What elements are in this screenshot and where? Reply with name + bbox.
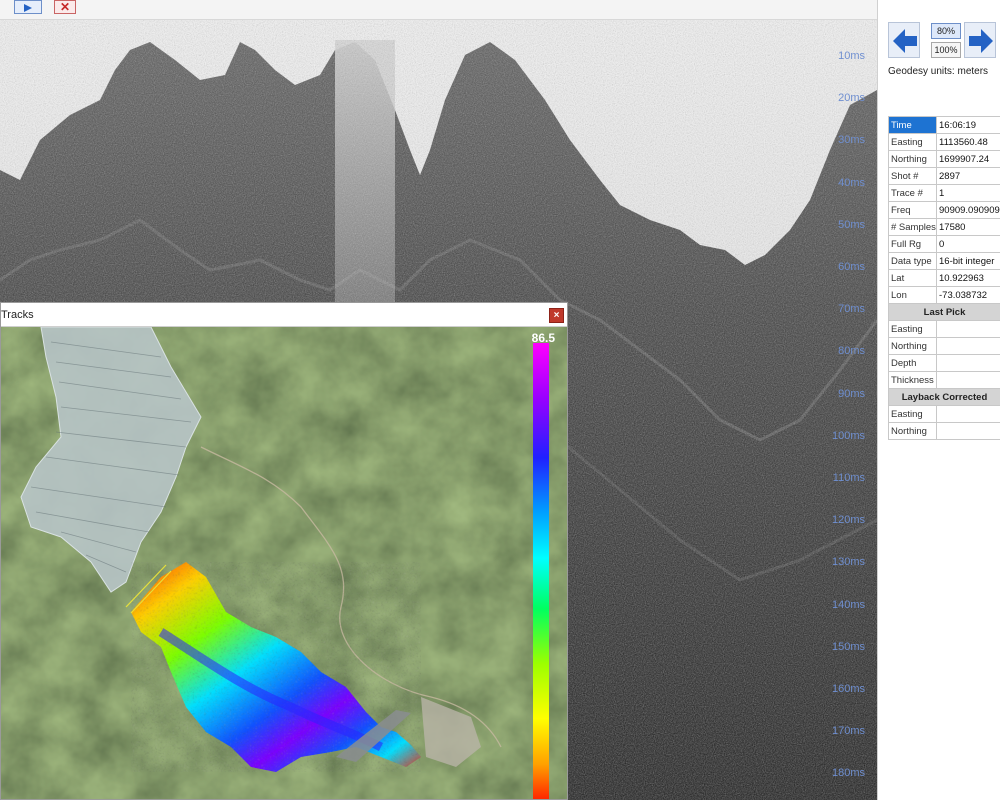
info-row[interactable]: Shot #2897: [888, 167, 1000, 185]
info-key: Lon: [888, 286, 937, 304]
info-row[interactable]: Depth: [888, 354, 1000, 372]
geodesy-units-label: Geodesy units: meters: [888, 66, 989, 77]
info-key: Time: [888, 116, 937, 134]
info-row[interactable]: Northing 1699907.24: [888, 150, 1000, 168]
info-value: -73.038732: [936, 286, 1000, 304]
info-value: 16-bit integer: [936, 252, 1000, 270]
layback-corrected-header: Layback Corrected: [888, 388, 1000, 406]
close-icon: ✕: [59, 0, 71, 14]
depth-label: 20ms: [838, 92, 865, 105]
tracks-titlebar[interactable]: Tracks ×: [1, 303, 567, 327]
depth-label: 100ms: [831, 429, 865, 442]
zoom-100-button[interactable]: 100%: [931, 42, 961, 58]
depth-label: 180ms: [831, 767, 865, 780]
info-key: Depth: [888, 354, 937, 372]
info-key: Trace #: [888, 184, 937, 202]
info-row[interactable]: Northing: [888, 422, 1000, 440]
info-value: 10.922963: [936, 269, 1000, 287]
info-key: Lat: [888, 269, 937, 287]
info-key: # Samples: [888, 218, 937, 236]
toolbar-close-button[interactable]: ✕: [54, 0, 76, 14]
toolbar: ✕: [0, 0, 877, 20]
info-value: [936, 354, 1000, 372]
last-pick-header: Last Pick: [888, 303, 1000, 321]
satellite-map-image: [1, 327, 567, 799]
arrow-left-icon: [893, 29, 917, 53]
info-key: Northing: [888, 337, 937, 355]
info-row[interactable]: Northing: [888, 337, 1000, 355]
depth-label: 120ms: [831, 514, 865, 527]
info-row[interactable]: Time 16:06:19: [888, 116, 1000, 134]
info-value: [936, 405, 1000, 423]
info-key: Thickness: [888, 371, 937, 389]
info-key: Full Rg: [888, 235, 937, 253]
info-value: 16:06:19: [936, 116, 1000, 134]
depth-label: 110ms: [832, 472, 865, 484]
depth-label: 170ms: [831, 725, 865, 738]
depth-label: 30ms: [838, 134, 865, 147]
next-button[interactable]: [964, 22, 996, 58]
info-value: [936, 422, 1000, 440]
depth-label: 60ms: [838, 261, 865, 273]
info-row[interactable]: Easting: [888, 320, 1000, 338]
info-value: [936, 337, 1000, 355]
color-scale-bar: [533, 343, 549, 799]
tracks-close-button[interactable]: ×: [549, 308, 564, 323]
info-value: 1: [936, 184, 1000, 202]
depth-label: 160ms: [831, 683, 865, 695]
tracks-title: Tracks: [1, 309, 34, 321]
info-value: [936, 320, 1000, 338]
toolbar-nav-button[interactable]: [14, 0, 42, 14]
zoom-80-button[interactable]: 80%: [931, 23, 961, 39]
info-value: 17580: [936, 218, 1000, 236]
info-side-panel: 80% 100% Geodesy units: meters Time 16:06…: [877, 0, 1000, 800]
info-row[interactable]: Lon -73.038732: [888, 286, 1000, 304]
info-value: 2897: [936, 167, 1000, 185]
info-key: Easting: [888, 133, 937, 151]
info-row[interactable]: Trace #1: [888, 184, 1000, 202]
info-row[interactable]: Freq 90909.090909: [888, 201, 1000, 219]
info-row[interactable]: Data type 16-bit integer: [888, 252, 1000, 270]
depth-label: 130ms: [831, 556, 865, 569]
depth-label: 150ms: [831, 640, 865, 653]
info-key: Easting: [888, 405, 937, 423]
arrow-right-icon: [24, 4, 32, 12]
info-key: Shot #: [888, 167, 937, 185]
info-value: 1699907.24: [936, 150, 1000, 168]
info-key: Freq: [888, 201, 937, 219]
info-key: Easting: [888, 320, 937, 338]
info-row[interactable]: Easting: [888, 405, 1000, 423]
depth-label: 70ms: [838, 303, 865, 316]
depth-label: 80ms: [838, 345, 865, 358]
info-value: 90909.090909: [936, 201, 1000, 219]
tracks-map[interactable]: 86.5: [1, 327, 567, 799]
info-row[interactable]: Lat 10.922963: [888, 269, 1000, 287]
info-row[interactable]: # Samples 17580: [888, 218, 1000, 236]
previous-button[interactable]: [888, 22, 920, 58]
trace-info-table: Time 16:06:19 Easting 1113560.48 Northing 169…: [888, 116, 1000, 440]
info-key: Northing: [888, 422, 937, 440]
last-pick-header-label: Last Pick: [888, 303, 1000, 321]
close-icon: ×: [553, 310, 560, 321]
info-value: 0: [936, 235, 1000, 253]
info-row[interactable]: Easting 1113560.48: [888, 133, 1000, 151]
layback-corrected-header-label: Layback Corrected: [888, 388, 1000, 406]
depth-label: 140ms: [831, 598, 865, 611]
depth-label: 90ms: [838, 387, 865, 400]
info-row[interactable]: Full Rg 0: [888, 235, 1000, 253]
tracks-window[interactable]: Tracks × 86.5: [0, 302, 568, 800]
info-key: Data type: [888, 252, 937, 270]
info-value: 1113560.48: [936, 133, 1000, 151]
depth-label: 50ms: [838, 218, 865, 231]
info-key: Northing: [888, 150, 937, 168]
info-value: [936, 371, 1000, 389]
info-row[interactable]: Thickness: [888, 371, 1000, 389]
depth-label: 10ms: [838, 50, 865, 62]
depth-label: 40ms: [838, 176, 865, 189]
arrow-right-icon: [969, 29, 993, 53]
